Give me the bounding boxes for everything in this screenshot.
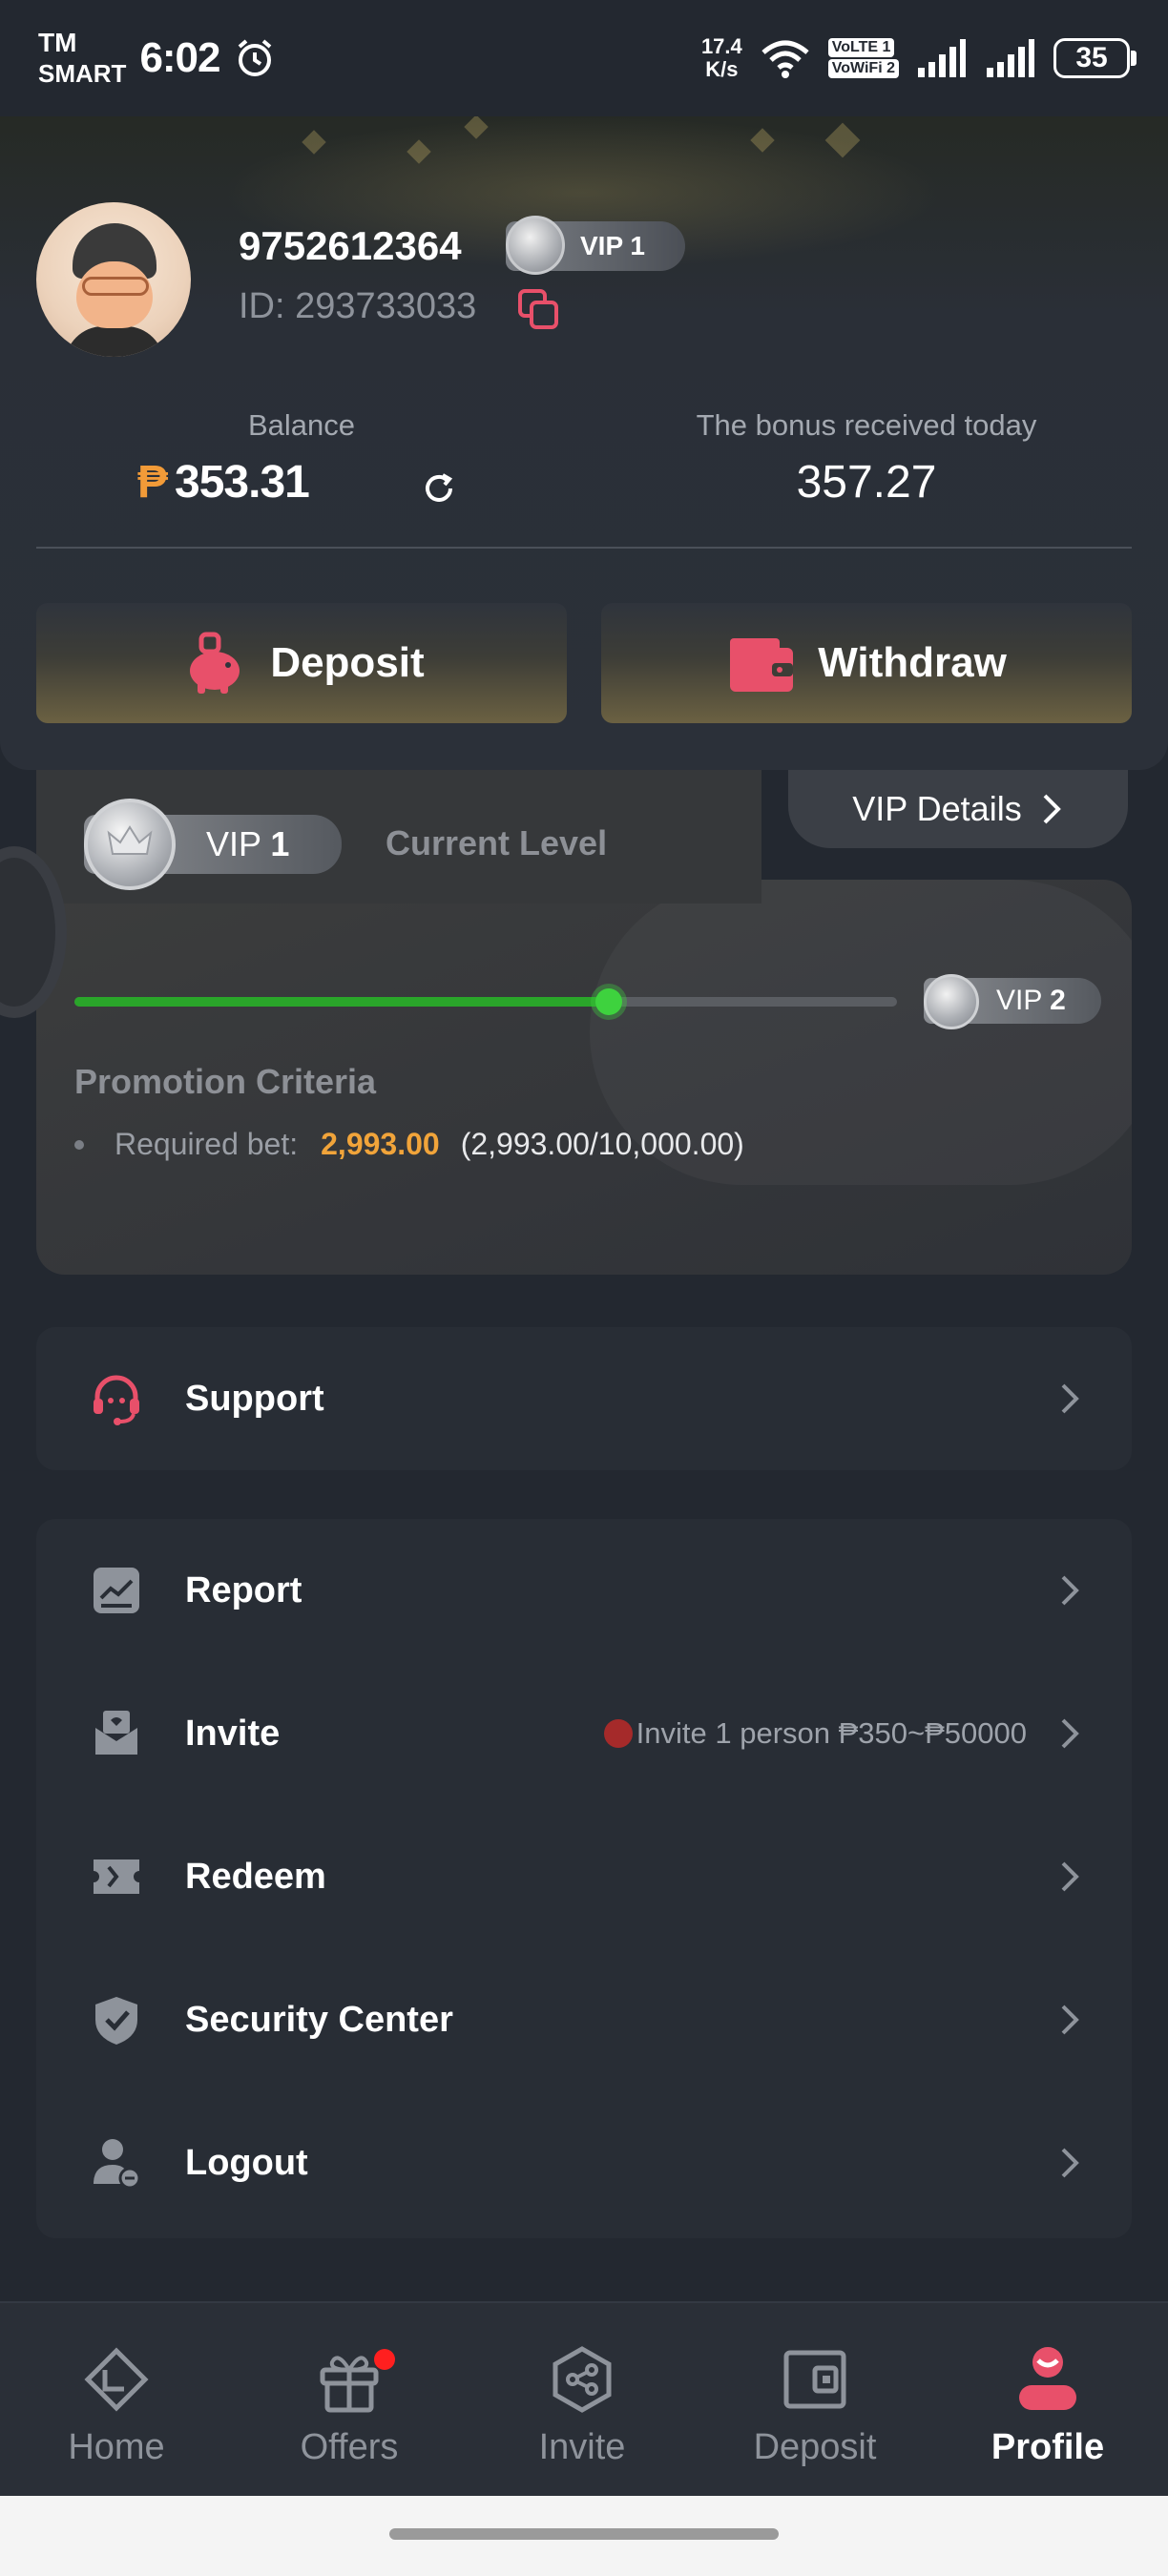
- menu-item-logout[interactable]: Logout: [36, 2091, 1132, 2234]
- wallet-icon: [730, 638, 794, 692]
- chevron-right-icon: [1061, 1575, 1079, 1606]
- home-diamond-icon: [84, 2347, 149, 2412]
- invite-reward-hint: Invite 1 person ₱350~₱50000: [603, 1716, 1027, 1751]
- peso-icon: ₱: [137, 457, 168, 508]
- carrier-label: TM SMART: [38, 28, 127, 88]
- status-bar: TM SMART 6:02 17.4 K/s VoLTE 1 VoWiFi 2: [0, 0, 1168, 116]
- vip-crown-icon: [84, 799, 176, 890]
- vip-crown-icon: [506, 216, 565, 275]
- status-time: 6:02: [139, 34, 220, 81]
- notification-dot: [603, 1719, 633, 1748]
- menu-item-invite[interactable]: Invite Invite 1 person ₱350~₱50000: [36, 1662, 1132, 1805]
- wifi-icon: [761, 40, 809, 78]
- vip-progress-section: VIP Details VIP 1 Current Level VIP 2 Pr…: [0, 770, 1168, 1285]
- required-bet-row: Required bet: 2,993.00 (2,993.00/10,000.…: [74, 1127, 744, 1162]
- alarm-icon: [238, 39, 271, 76]
- nav-home[interactable]: Home: [0, 2303, 233, 2498]
- user-logout-icon: [94, 2139, 141, 2190]
- nav-profile[interactable]: Profile: [931, 2303, 1164, 2498]
- balance-value: ₱ 353.31: [137, 457, 310, 508]
- chevron-right-icon: [1061, 1383, 1079, 1414]
- balance-label: Balance: [247, 408, 356, 442]
- vip-crown-icon: [924, 974, 979, 1029]
- home-indicator[interactable]: [389, 2528, 779, 2540]
- withdraw-button[interactable]: Withdraw: [601, 603, 1132, 723]
- gift-icon: [320, 2356, 379, 2413]
- nav-offers[interactable]: Offers: [233, 2303, 466, 2498]
- user-phone: 9752612364: [239, 223, 462, 268]
- divider: [36, 547, 1132, 549]
- share-icon: [553, 2346, 612, 2413]
- chevron-right-icon: [1043, 794, 1061, 824]
- signal-icon-1: [918, 39, 966, 77]
- user-id: ID: 293733033: [239, 286, 477, 326]
- promotion-criteria-title: Promotion Criteria: [74, 1062, 377, 1101]
- deposit-button[interactable]: Deposit: [36, 603, 567, 723]
- notification-dot: [374, 2349, 395, 2370]
- ticket-icon: [94, 1859, 139, 1894]
- menu-card: Report Invite Invite 1 person ₱350~₱5000…: [36, 1519, 1132, 2238]
- vip-progress-fill: [74, 997, 609, 1007]
- avatar[interactable]: [36, 202, 191, 357]
- menu-item-security-center[interactable]: Security Center: [36, 1948, 1132, 2091]
- chevron-right-icon: [1061, 1718, 1079, 1749]
- current-level-label: Current Level: [386, 823, 608, 862]
- signal-icon-2: [987, 39, 1034, 77]
- menu-item-redeem[interactable]: Redeem: [36, 1805, 1132, 1948]
- nav-deposit[interactable]: Deposit: [699, 2303, 931, 2498]
- volte-indicator: VoLTE 1 VoWiFi 2: [827, 37, 899, 79]
- invite-envelope-icon: [95, 1711, 137, 1755]
- chevron-right-icon: [1061, 1861, 1079, 1892]
- vip-progress-knob: [595, 988, 622, 1015]
- bonus-label: The bonus received today: [696, 408, 1037, 442]
- bottom-nav: Home Offers Invite Deposit Profile: [0, 2301, 1168, 2496]
- piggy-bank-icon: [190, 632, 240, 694]
- bonus-value: 357.27: [796, 457, 937, 508]
- chevron-right-icon: [1061, 2148, 1079, 2178]
- battery-icon: 35: [1053, 38, 1137, 78]
- refresh-icon[interactable]: [420, 469, 458, 508]
- profile-icon: [1019, 2347, 1076, 2410]
- profile-header-card: 9752612364 VIP 1 ID: 293733033 Balance ₱…: [0, 116, 1168, 770]
- vip-details-button[interactable]: VIP Details: [788, 770, 1128, 848]
- support-card: Support: [36, 1327, 1132, 1470]
- vip-progress-bar: [74, 988, 897, 1015]
- headset-icon: [94, 1375, 139, 1425]
- copy-icon[interactable]: [517, 288, 561, 332]
- menu-item-support[interactable]: Support: [36, 1327, 1132, 1470]
- chevron-right-icon: [1061, 2005, 1079, 2035]
- shield-icon: [95, 1997, 137, 2045]
- menu-item-report[interactable]: Report: [36, 1519, 1132, 1662]
- wallet-icon: [783, 2350, 846, 2409]
- nav-invite[interactable]: Invite: [466, 2303, 699, 2498]
- network-speed: 17.4 K/s: [700, 34, 742, 81]
- report-icon: [94, 1568, 139, 1613]
- bullet-icon: [74, 1139, 84, 1150]
